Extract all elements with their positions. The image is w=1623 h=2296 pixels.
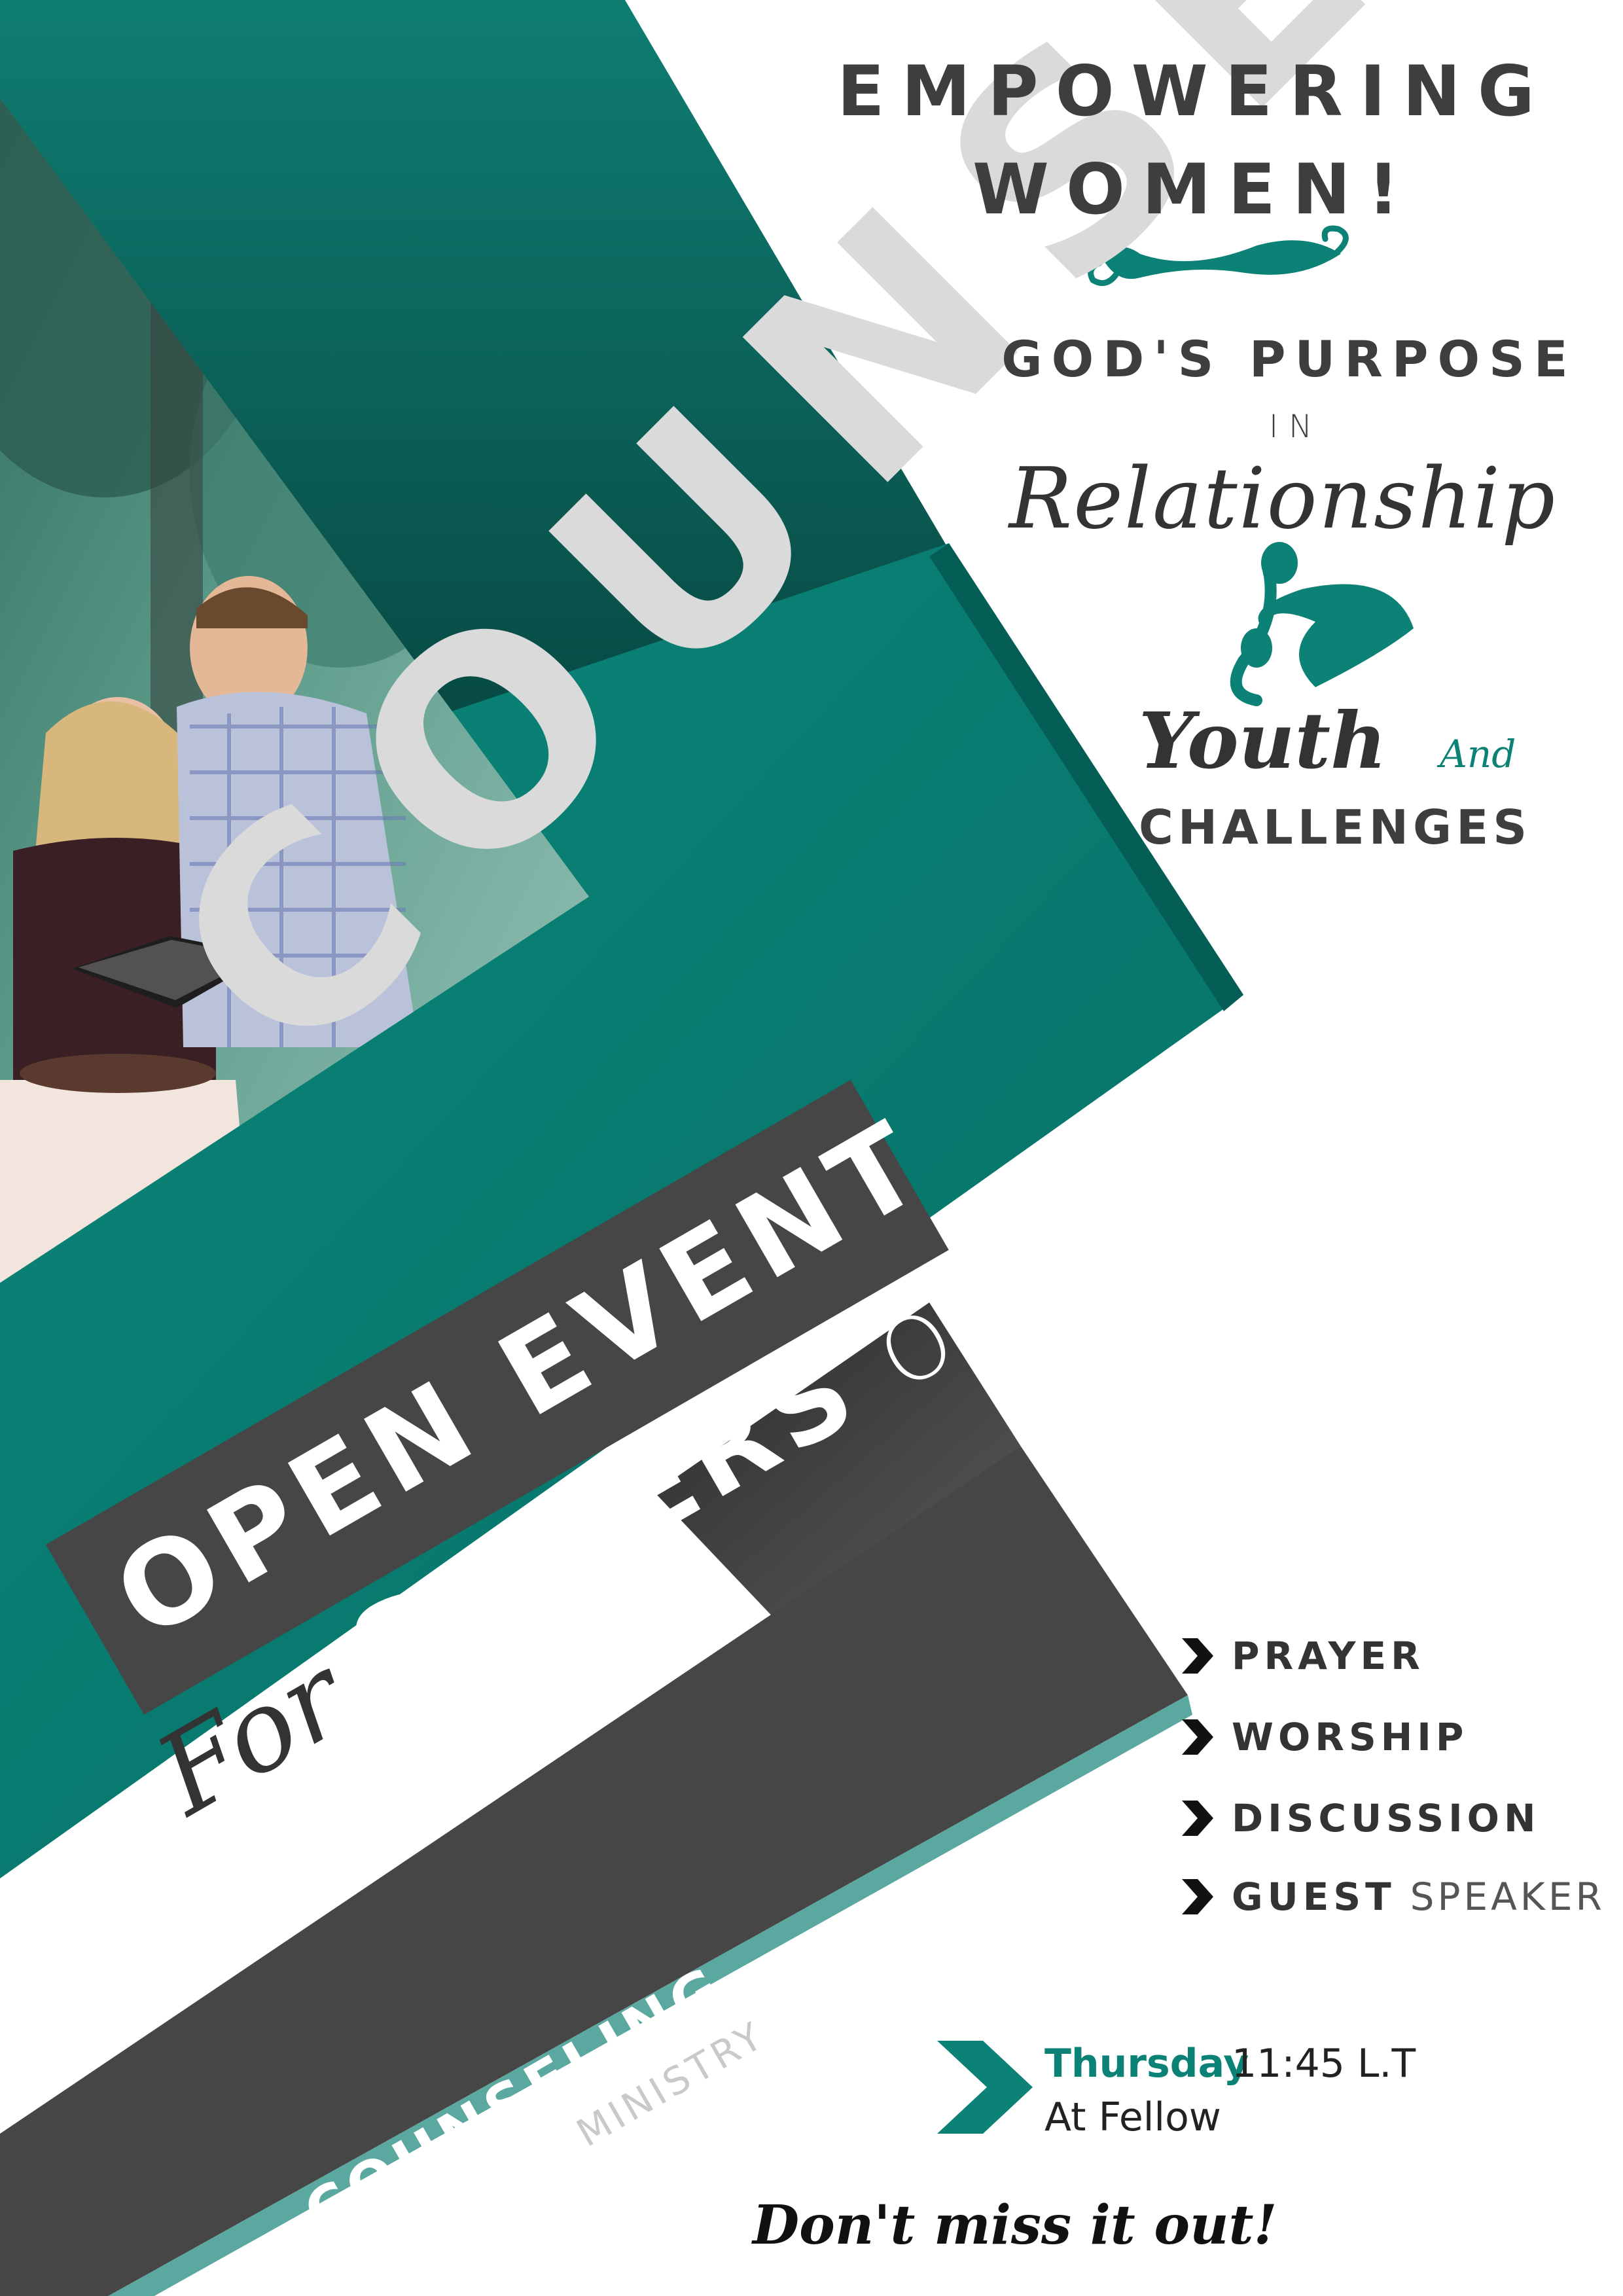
- activity-item: WORSHIP: [1178, 1715, 1468, 1759]
- activity-label: DISCUSSION: [1232, 1796, 1541, 1840]
- schedule-time: 11:45 L.T: [1232, 2041, 1416, 2087]
- chevron-right-icon: [1182, 1801, 1213, 1836]
- activity-label: WORSHIP: [1232, 1715, 1469, 1759]
- poster: COUNSELING EMPOWERING WOMEN! GOD'S PURPO…: [0, 0, 1623, 2296]
- activity-item: GUEST SPEAKER: [1178, 1874, 1605, 1919]
- schedule-place: At Fellow: [1044, 2094, 1221, 2140]
- chevron-right-icon: [1182, 1638, 1213, 1674]
- topic-and: And: [1440, 732, 1516, 776]
- teal-chevron-icon: [937, 2041, 1033, 2134]
- activity-label: GUEST: [1232, 1874, 1396, 1919]
- heart-ornament-icon: [1230, 542, 1414, 706]
- topic-youth: Youth: [1139, 695, 1387, 786]
- footer-tagline: Don't miss it out!: [753, 2194, 1277, 2257]
- topic-gods-purpose: GOD'S PURPOSE: [1001, 330, 1577, 388]
- topic-challenges: CHALLENGES: [1139, 800, 1532, 855]
- activity-item: DISCUSSION: [1178, 1796, 1541, 1840]
- topic-relationship: Relationship: [1008, 450, 1557, 548]
- headline-empowering: EMPOWERING: [837, 51, 1552, 132]
- chevron-right-icon: [1182, 1719, 1213, 1755]
- chevron-right-icon: [1182, 1879, 1213, 1914]
- schedule-day: Thursday: [1044, 2041, 1249, 2087]
- activity-item: PRAYER: [1178, 1634, 1425, 1678]
- headline-women: WOMEN!: [972, 149, 1416, 230]
- activity-label-light: SPEAKER: [1410, 1874, 1605, 1919]
- topic-in: IN: [1268, 408, 1323, 445]
- activity-label: PRAYER: [1232, 1634, 1425, 1678]
